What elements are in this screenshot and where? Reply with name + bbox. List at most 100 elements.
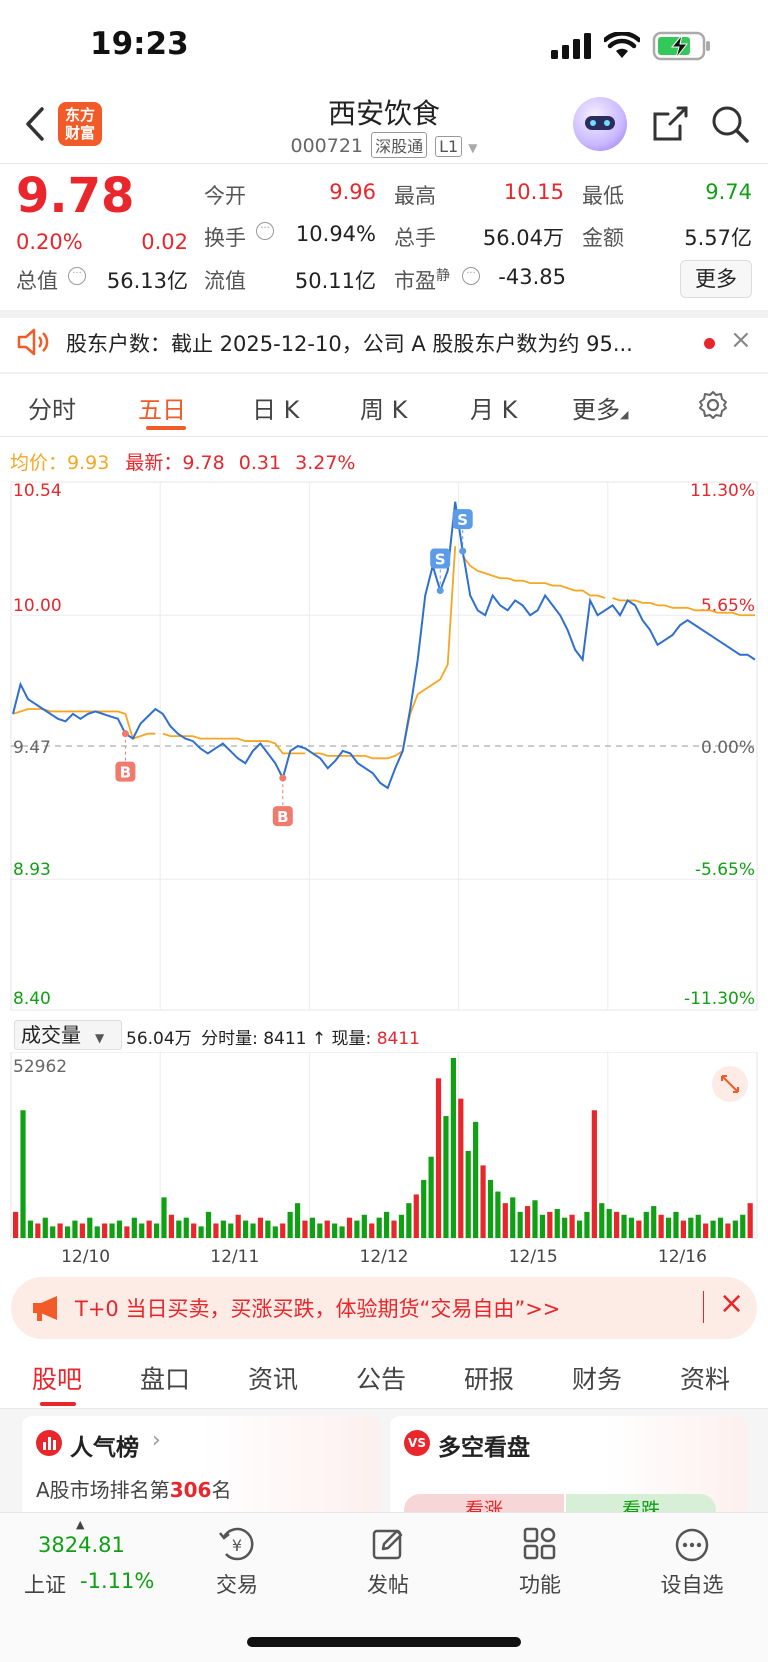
tab-profile[interactable]: 资料	[680, 1360, 730, 1396]
index-change[interactable]: -1.11%	[80, 1569, 154, 1593]
volume-bar	[309, 1217, 315, 1238]
more-quote-button[interactable]: 更多	[680, 260, 752, 298]
volume-bar	[87, 1217, 93, 1238]
close-icon[interactable]: ×	[719, 1286, 744, 1321]
avg-value: 9.93	[67, 452, 110, 474]
float-value: 50.11亿	[294, 269, 376, 293]
tab-research[interactable]: 研报	[464, 1360, 514, 1396]
high-value: 10.15	[503, 180, 564, 204]
popularity-rank: A股市场排名第306名	[36, 1478, 232, 1502]
pe-value: -43.85	[498, 265, 566, 289]
volume-bar	[72, 1220, 78, 1238]
trade-icon[interactable]: ¥	[218, 1527, 256, 1561]
y-tick-left: 10.54	[13, 481, 62, 501]
y-tick-left: 9.47	[13, 738, 51, 758]
turnover-value: 10.94%	[295, 222, 376, 246]
info-icon[interactable]: ···	[68, 267, 86, 285]
change-percent: 0.20%	[16, 230, 83, 254]
volume-total: 56.04万	[126, 1029, 192, 1049]
pe-type: 静	[436, 268, 450, 284]
trade-label[interactable]: 交易	[187, 1569, 287, 1599]
volume-bar	[317, 1223, 323, 1238]
connect-tag: 深股通	[371, 132, 428, 158]
volume-bar	[287, 1211, 293, 1238]
tab-intraday[interactable]: 分时	[28, 390, 76, 425]
home-indicator	[247, 1637, 521, 1647]
search-icon[interactable]	[710, 104, 750, 144]
volume-bar	[183, 1217, 189, 1238]
battery-icon	[652, 31, 710, 61]
tab-monthly-k[interactable]: 月 K	[470, 390, 517, 425]
volume-bar	[636, 1220, 642, 1238]
volume-bar	[614, 1211, 620, 1238]
compose-label[interactable]: 发帖	[338, 1569, 438, 1599]
info-icon[interactable]: ···	[256, 222, 274, 240]
caret-down-icon[interactable]: ▼	[468, 141, 477, 155]
mcap-label: 总值	[16, 269, 58, 293]
volume-bar	[502, 1203, 508, 1238]
volume-bar	[413, 1194, 419, 1238]
tab-more[interactable]: 更多◢	[572, 390, 628, 425]
volume-bar	[131, 1217, 137, 1238]
volume-bar	[591, 1110, 597, 1238]
popularity-card[interactable]: 人气榜 › A股市场排名第306名	[22, 1416, 380, 1526]
price-chart[interactable]: 10.5410.009.478.938.4011.30%5.65%0.00%-5…	[0, 478, 768, 1018]
volume-bar	[443, 1116, 449, 1238]
function-grid-icon[interactable]	[523, 1527, 557, 1561]
volume-bar	[732, 1220, 738, 1238]
volume-bar	[717, 1217, 724, 1238]
volume-bar	[168, 1214, 175, 1238]
more-dots-icon[interactable]	[674, 1527, 710, 1563]
index-name[interactable]: 上证	[24, 1569, 66, 1599]
function-label[interactable]: 功能	[490, 1569, 590, 1599]
indicator-selector[interactable]: 成交量 ▼	[14, 1020, 122, 1050]
avg-price-line	[312, 546, 457, 760]
volume-bar	[354, 1220, 360, 1238]
close-icon[interactable]: ×	[730, 325, 752, 355]
tab-five-day[interactable]: 五日	[138, 390, 186, 425]
volume-bar	[562, 1217, 568, 1238]
tab-order-book[interactable]: 盘口	[140, 1360, 190, 1396]
promo-banner[interactable]: T+0 当日买卖，买涨买跌，体验期货“交易自由”>> ×	[11, 1277, 757, 1339]
turnover-label: 换手	[204, 226, 246, 250]
volume-bar	[428, 1156, 434, 1238]
volume-bar	[228, 1223, 234, 1238]
tab-daily-k[interactable]: 日 K	[252, 390, 299, 425]
tab-financials[interactable]: 财务	[572, 1360, 622, 1396]
settings-icon[interactable]	[698, 390, 728, 420]
assistant-robot-icon[interactable]	[573, 97, 627, 151]
volume-bar	[473, 1121, 479, 1238]
volume-bar	[539, 1214, 546, 1238]
svg-text:¥: ¥	[232, 1536, 242, 1555]
tab-news[interactable]: 资讯	[248, 1360, 298, 1396]
content-tabs: 股吧 盘口 资讯 公告 研报 财务 资料	[0, 1350, 768, 1408]
volume-frame	[10, 1052, 758, 1239]
marker-label: S	[435, 551, 446, 569]
index-value[interactable]: 3824.81	[38, 1533, 125, 1557]
volume-bar	[725, 1223, 731, 1238]
volume-bar	[42, 1217, 48, 1238]
caret-up-icon: ▲	[76, 1518, 85, 1531]
tab-forum[interactable]: 股吧	[32, 1360, 82, 1396]
volume-bar	[116, 1220, 123, 1238]
volume-bar	[606, 1208, 612, 1238]
volume-bar	[465, 1150, 471, 1238]
volume-bar	[191, 1223, 197, 1238]
volume-bar	[688, 1217, 694, 1238]
tab-announcements[interactable]: 公告	[356, 1360, 406, 1396]
volume-bar	[532, 1200, 538, 1238]
notice-bar[interactable]: 股东户数：截止 2025-12-10，公司 A 股股东户数为约 95... ×	[0, 310, 768, 372]
sentiment-card[interactable]: VS 多空看盘 看涨 看跌	[390, 1416, 746, 1526]
float-label: 流值	[204, 269, 246, 293]
volume-bar	[102, 1223, 108, 1238]
tab-weekly-k[interactable]: 周 K	[360, 390, 407, 425]
marker-dot	[459, 547, 467, 555]
compose-icon[interactable]	[371, 1527, 405, 1561]
latest-label: 最新：	[125, 452, 183, 474]
volume-bar	[703, 1223, 709, 1238]
add-watchlist-label[interactable]: 设自选	[642, 1569, 742, 1599]
share-icon[interactable]	[650, 104, 690, 144]
info-icon[interactable]: ···	[462, 267, 480, 285]
volume-chart[interactable]: 52962 12/10 12/11 12/12 12/15 12/16	[0, 1052, 768, 1270]
signal-icon	[551, 33, 591, 59]
